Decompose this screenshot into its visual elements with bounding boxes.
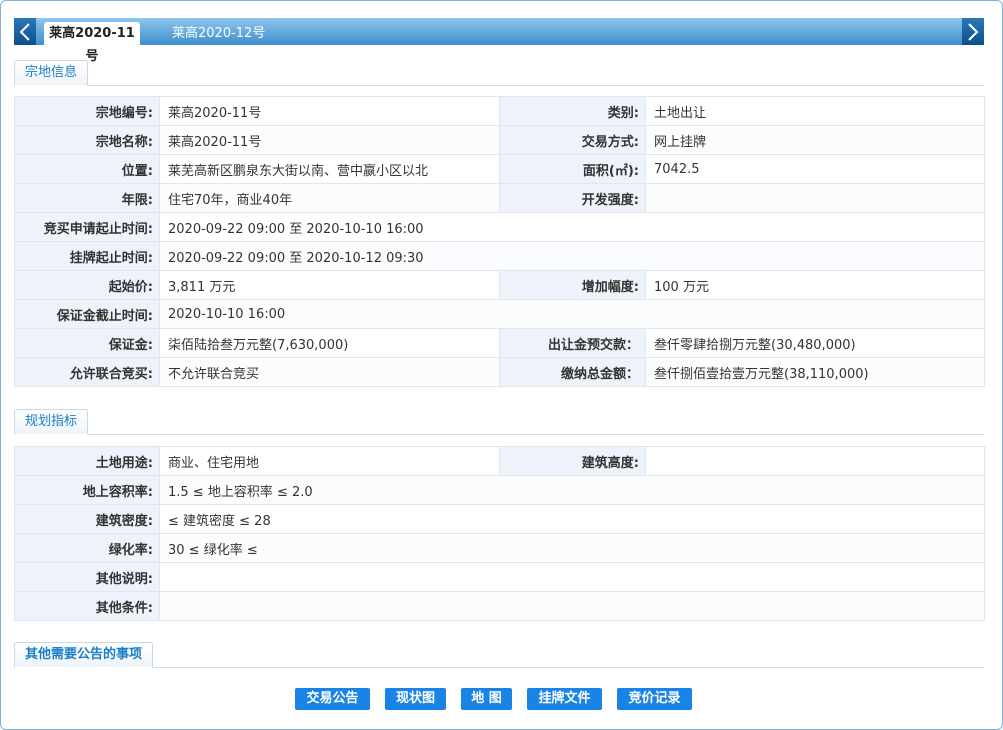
land-use-label: 土地用途: <box>14 446 160 476</box>
table-row: 建筑密度: ≤ 建筑密度 ≤ 28 <box>14 504 985 534</box>
parcel-tab-bar: 莱高2020-11号 莱高2020-12号 <box>14 18 984 64</box>
joint-bid-label: 允许联合竞买: <box>14 357 160 387</box>
land-use-value: 商业、住宅用地 <box>159 446 500 476</box>
bid-application-period-label: 竞买申请起止时间: <box>14 212 160 242</box>
term-label: 年限: <box>14 183 160 213</box>
parcel-info-title: 宗地信息 <box>14 60 89 86</box>
planning-table: 土地用途: 商业、住宅用地 建筑高度: 地上容积率: 1.5 ≤ 地上容积率 ≤… <box>14 446 985 621</box>
increment-value: 100 万元 <box>645 270 985 300</box>
planning-section-header: 规划指标 <box>14 408 984 435</box>
next-arrow-icon[interactable] <box>962 18 984 45</box>
plot-ratio-value: 1.5 ≤ 地上容积率 ≤ 2.0 <box>159 475 985 505</box>
term-value: 住宅70年，商业40年 <box>159 183 500 213</box>
parcel-number-value: 莱高2020-11号 <box>159 96 500 126</box>
area-value: 7042.5 <box>645 154 985 184</box>
announcement-button[interactable]: 交易公告 <box>295 688 370 710</box>
bid-application-period-value: 2020-09-22 09:00 至 2020-10-10 16:00 <box>159 212 985 242</box>
deposit-deadline-label: 保证金截止时间: <box>14 299 160 329</box>
table-row: 挂牌起止时间: 2020-09-22 09:00 至 2020-10-12 09… <box>14 241 985 271</box>
table-row: 起始价: 3,811 万元 增加幅度: 100 万元 <box>14 270 985 300</box>
listing-document-button[interactable]: 挂牌文件 <box>527 688 602 710</box>
building-density-value: ≤ 建筑密度 ≤ 28 <box>159 504 985 534</box>
other-conditions-label: 其他条件: <box>14 591 160 621</box>
other-notes-value <box>159 562 985 592</box>
deposit-deadline-value: 2020-10-10 16:00 <box>159 299 985 329</box>
bid-record-button[interactable]: 竞价记录 <box>617 688 692 710</box>
prepayment-label: 出让金预交款： <box>499 328 646 358</box>
status-map-button[interactable]: 现状图 <box>385 688 446 710</box>
starting-price-label: 起始价: <box>14 270 160 300</box>
parcel-info-table: 宗地编号: 莱高2020-11号 类别: 土地出让 宗地名称: 莱高2020-1… <box>14 96 985 387</box>
table-row: 允许联合竞买: 不允许联合竞买 缴纳总金额： 叁仟捌佰壹拾壹万元整(38,110… <box>14 357 985 387</box>
table-row: 保证金: 柒佰陆拾叁万元整(7,630,000) 出让金预交款： 叁仟零肆拾捌万… <box>14 328 985 358</box>
table-row: 地上容积率: 1.5 ≤ 地上容积率 ≤ 2.0 <box>14 475 985 505</box>
other-matters-section-header: 其他需要公告的事项 <box>14 641 984 668</box>
dev-intensity-label: 开发强度: <box>499 183 646 213</box>
tab-parcel-12[interactable]: 莱高2020-12号 <box>162 22 275 45</box>
building-density-label: 建筑密度: <box>14 504 160 534</box>
table-row: 保证金截止时间: 2020-10-10 16:00 <box>14 299 985 329</box>
starting-price-value: 3,811 万元 <box>159 270 500 300</box>
table-row: 其他条件: <box>14 591 985 621</box>
table-row: 年限: 住宅70年，商业40年 开发强度: <box>14 183 985 213</box>
category-value: 土地出让 <box>645 96 985 126</box>
total-amount-value: 叁仟捌佰壹拾壹万元整(38,110,000) <box>645 357 985 387</box>
area-label: 面积(㎡): <box>499 154 646 184</box>
table-row: 竞买申请起止时间: 2020-09-22 09:00 至 2020-10-10 … <box>14 212 985 242</box>
parcel-name-value: 莱高2020-11号 <box>159 125 500 155</box>
trade-method-label: 交易方式: <box>499 125 646 155</box>
table-row: 宗地编号: 莱高2020-11号 类别: 土地出让 <box>14 96 985 126</box>
parcel-number-label: 宗地编号: <box>14 96 160 126</box>
location-value: 莱芜高新区鹏泉东大街以南、营中嬴小区以北 <box>159 154 500 184</box>
map-button[interactable]: 地 图 <box>461 688 512 710</box>
prev-arrow-icon[interactable] <box>14 18 36 45</box>
listing-period-label: 挂牌起止时间: <box>14 241 160 271</box>
table-row: 宗地名称: 莱高2020-11号 交易方式: 网上挂牌 <box>14 125 985 155</box>
total-amount-label: 缴纳总金额： <box>499 357 646 387</box>
dev-intensity-value <box>645 183 985 213</box>
joint-bid-value: 不允许联合竞买 <box>159 357 500 387</box>
table-row: 位置: 莱芜高新区鹏泉东大街以南、营中嬴小区以北 面积(㎡): 7042.5 <box>14 154 985 184</box>
prepayment-value: 叁仟零肆拾捌万元整(30,480,000) <box>645 328 985 358</box>
table-row: 绿化率: 30 ≤ 绿化率 ≤ <box>14 533 985 563</box>
location-label: 位置: <box>14 154 160 184</box>
other-conditions-value <box>159 591 985 621</box>
deposit-value: 柒佰陆拾叁万元整(7,630,000) <box>159 328 500 358</box>
action-button-bar: 交易公告 现状图 地 图 挂牌文件 竞价记录 <box>0 688 1003 710</box>
planning-title: 规划指标 <box>14 409 89 435</box>
plot-ratio-label: 地上容积率: <box>14 475 160 505</box>
increment-label: 增加幅度: <box>499 270 646 300</box>
other-matters-title[interactable]: 其他需要公告的事项 <box>14 642 154 668</box>
listing-period-value: 2020-09-22 09:00 至 2020-10-12 09:30 <box>159 241 985 271</box>
parcel-info-section-header: 宗地信息 <box>14 59 984 86</box>
parcel-name-label: 宗地名称: <box>14 125 160 155</box>
table-row: 其他说明: <box>14 562 985 592</box>
table-row: 土地用途: 商业、住宅用地 建筑高度: <box>14 446 985 476</box>
tab-parcel-11[interactable]: 莱高2020-11号 <box>44 22 140 64</box>
other-notes-label: 其他说明: <box>14 562 160 592</box>
building-height-value <box>645 446 985 476</box>
green-rate-label: 绿化率: <box>14 533 160 563</box>
green-rate-value: 30 ≤ 绿化率 ≤ <box>159 533 985 563</box>
deposit-label: 保证金: <box>14 328 160 358</box>
category-label: 类别: <box>499 96 646 126</box>
building-height-label: 建筑高度: <box>499 446 646 476</box>
trade-method-value: 网上挂牌 <box>645 125 985 155</box>
